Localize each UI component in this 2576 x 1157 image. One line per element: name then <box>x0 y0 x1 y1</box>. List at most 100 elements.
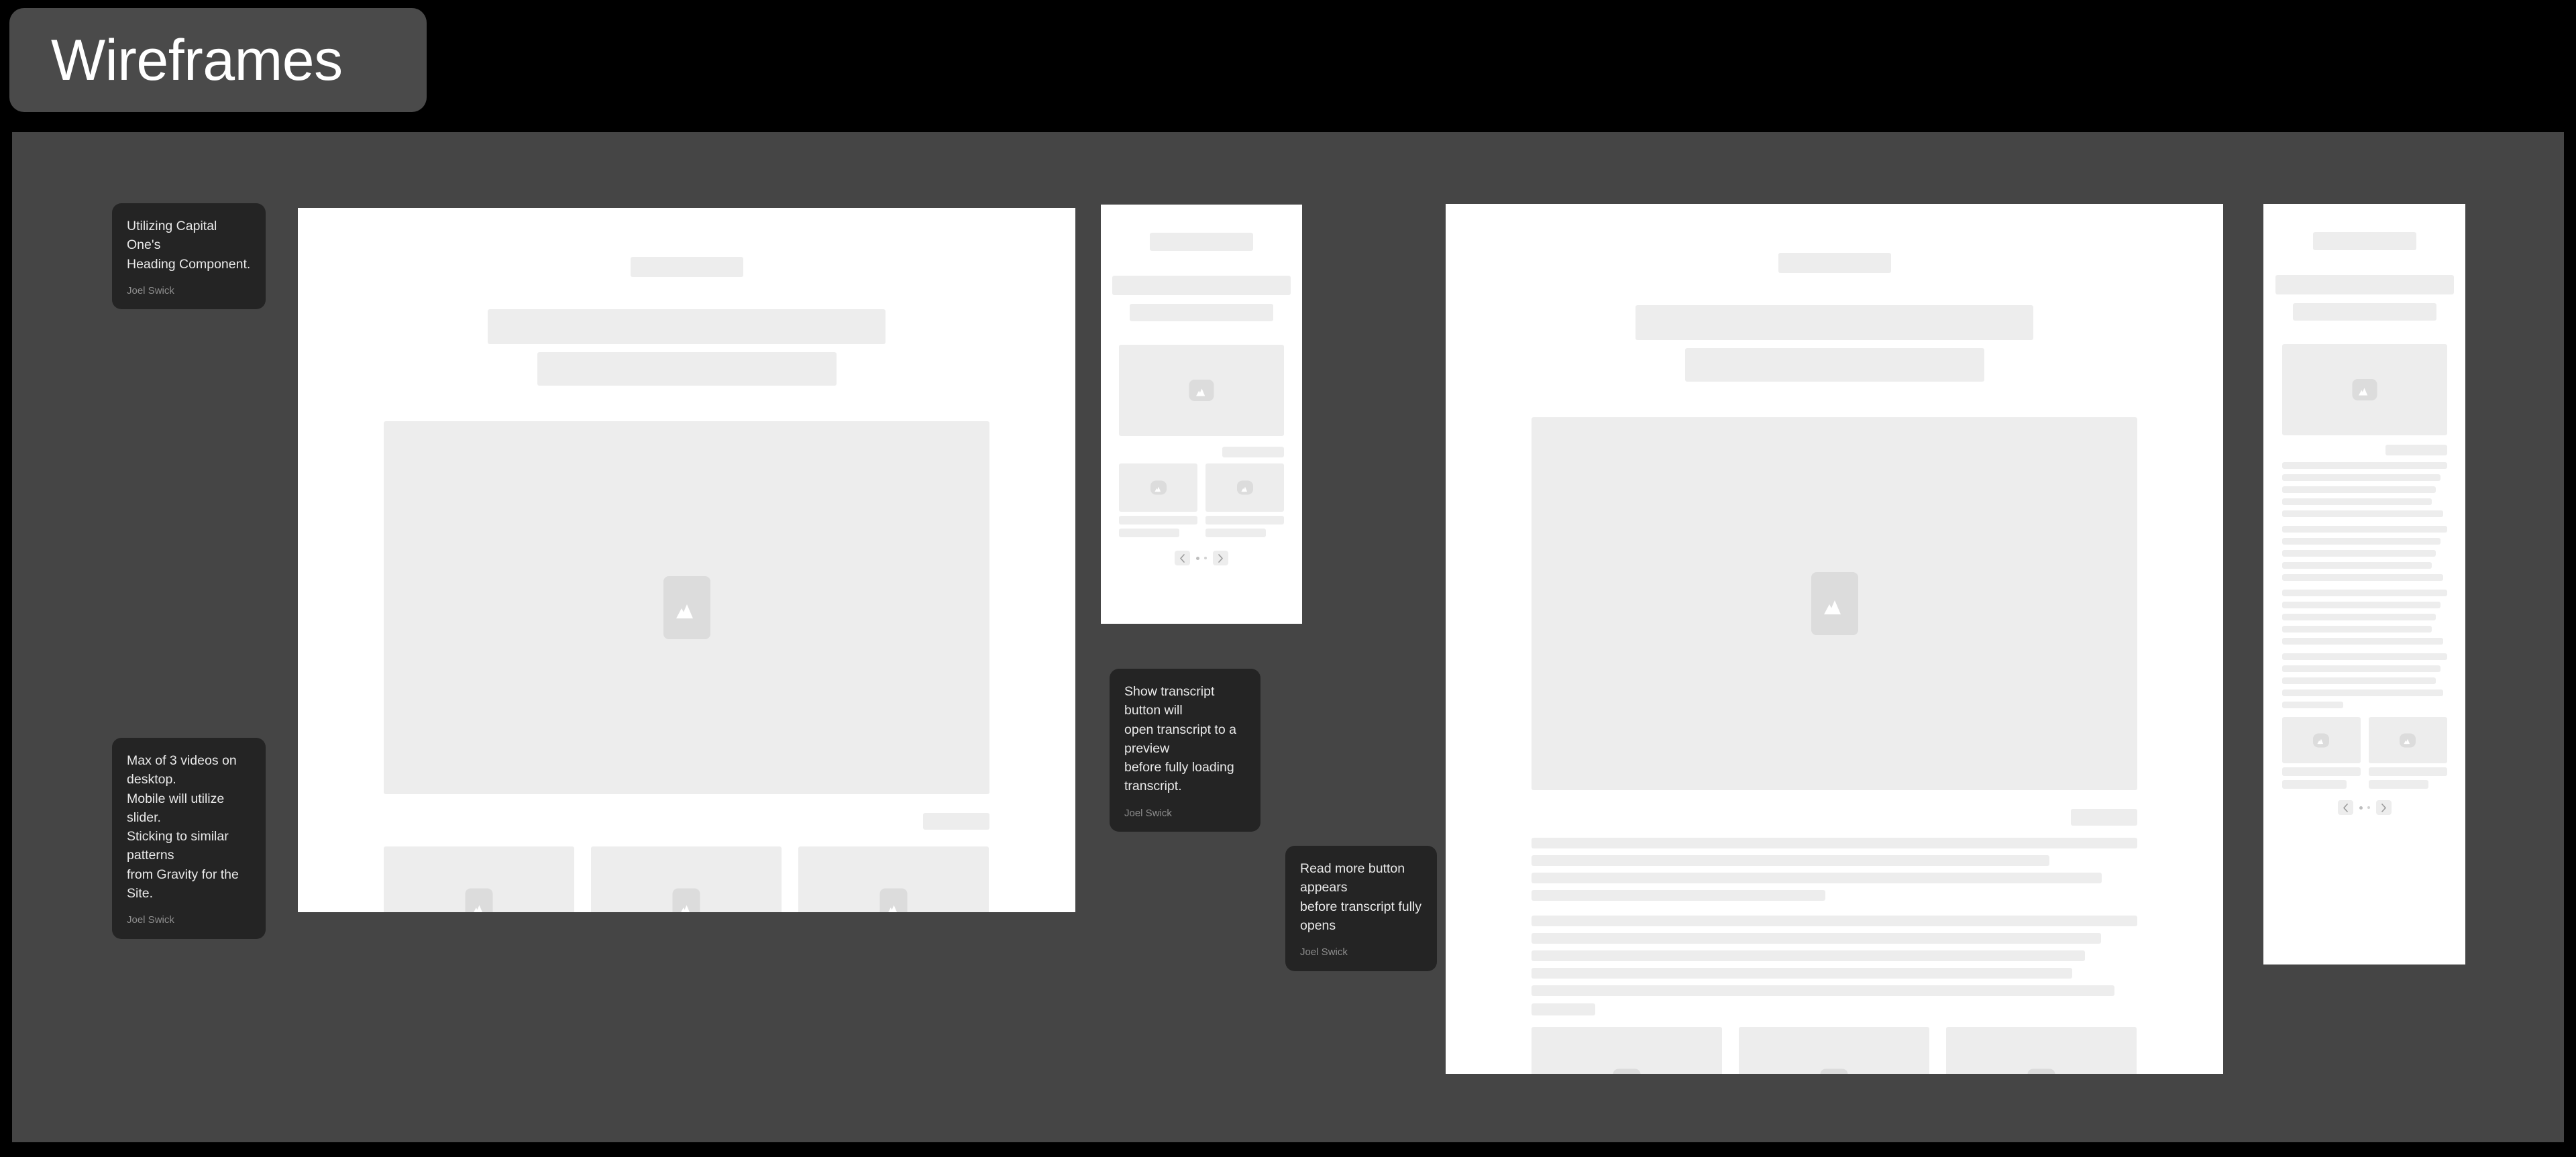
transcript-line <box>2282 486 2436 493</box>
comment-card-read-more[interactable]: Read more button appears before transcri… <box>1285 846 1437 971</box>
hero-video-placeholder[interactable] <box>1532 417 2137 790</box>
transcript-paragraph <box>2282 462 2447 517</box>
video-card[interactable] <box>1739 1027 1929 1074</box>
video-card[interactable] <box>384 846 574 912</box>
hero-video-placeholder[interactable] <box>2282 344 2447 435</box>
board-title-badge: Wireframes <box>9 8 427 112</box>
comment-text: Utilizing Capital One's Heading Componen… <box>127 219 251 272</box>
video-caption-bar <box>1205 516 1284 525</box>
hide-transcript-button[interactable] <box>2071 809 2137 826</box>
transcript-line <box>2282 590 2447 596</box>
frame-mobile-transcript[interactable] <box>2263 204 2465 965</box>
image-placeholder-icon <box>2400 733 2416 747</box>
carousel-prev-button[interactable] <box>2337 800 2353 815</box>
transcript-line <box>2282 626 2432 632</box>
frame-desktop-video-hub[interactable] <box>298 208 1075 912</box>
hero-video-placeholder[interactable] <box>1119 345 1284 436</box>
image-placeholder-icon <box>879 888 908 912</box>
carousel-prev-button[interactable] <box>1175 551 1190 565</box>
frame-desktop-transcript[interactable] <box>1446 204 2223 1074</box>
transcript-paragraph <box>2282 590 2447 645</box>
carousel-dot-1[interactable] <box>1196 556 1199 560</box>
video-thumbnail[interactable] <box>1946 1027 2137 1074</box>
video-thumbnail-row <box>384 846 989 912</box>
read-more-button[interactable] <box>2282 702 2343 708</box>
video-thumbnail[interactable] <box>1739 1027 1929 1074</box>
video-card[interactable] <box>2282 717 2361 789</box>
video-card[interactable] <box>1119 463 1197 537</box>
video-caption-bar <box>1119 516 1197 525</box>
frame-mobile-video-hub[interactable] <box>1101 205 1302 624</box>
image-placeholder-icon <box>1811 572 1858 635</box>
design-canvas[interactable]: Utilizing Capital One's Heading Componen… <box>12 132 2564 1142</box>
transcript-line <box>1532 838 2137 848</box>
chevron-right-icon <box>2381 803 2386 812</box>
carousel-next-button[interactable] <box>2375 800 2392 815</box>
comment-text: Show transcript button will open transcr… <box>1124 684 1236 794</box>
carousel-dots <box>1196 556 1207 560</box>
transcript-line <box>2282 538 2440 545</box>
eyebrow-bar <box>1150 233 1253 251</box>
image-placeholder-icon <box>1189 380 1214 401</box>
transcript-line <box>2282 510 2443 517</box>
transcript-line <box>2282 526 2447 533</box>
video-card[interactable] <box>1532 1027 1722 1074</box>
video-thumbnail[interactable] <box>1532 1027 1722 1074</box>
image-placeholder-icon <box>672 888 700 912</box>
wireframe-board: Wireframes Utilizing Capital One's Headi… <box>0 0 2576 1157</box>
video-thumbnail[interactable] <box>2282 717 2361 763</box>
eyebrow-bar <box>1778 253 1891 273</box>
comment-author: Joel Swick <box>127 914 174 926</box>
page-title: Wireframes <box>51 27 343 93</box>
video-caption-bar <box>2282 767 2361 776</box>
carousel-next-button[interactable] <box>1213 551 1228 565</box>
video-thumbnail[interactable] <box>2368 717 2447 763</box>
carousel-dot-2[interactable] <box>1204 557 1207 559</box>
transcript-line <box>2282 462 2447 469</box>
video-meta-bar <box>1119 529 1179 537</box>
subheading-bar <box>537 352 837 386</box>
video-thumbnail[interactable] <box>384 846 574 912</box>
video-card[interactable] <box>1205 463 1284 537</box>
carousel-dot-2[interactable] <box>2367 806 2370 809</box>
read-more-button[interactable] <box>1532 1003 1595 1015</box>
image-placeholder-icon <box>465 888 493 912</box>
comment-card-heading-component[interactable]: Utilizing Capital One's Heading Componen… <box>112 203 266 310</box>
transcript-line <box>2282 677 2436 684</box>
image-placeholder-icon <box>1613 1068 1641 1074</box>
video-card[interactable] <box>1946 1027 2137 1074</box>
transcript-line <box>2282 550 2436 557</box>
video-card[interactable] <box>591 846 782 912</box>
comment-author: Joel Swick <box>1300 946 1348 958</box>
video-thumbnail[interactable] <box>1119 463 1197 512</box>
comment-text: Max of 3 videos on desktop. Mobile will … <box>127 753 239 901</box>
video-meta-bar <box>2282 780 2347 789</box>
video-card[interactable] <box>798 846 989 912</box>
heading-bar <box>2275 275 2454 294</box>
chevron-right-icon <box>1218 553 1223 563</box>
video-thumbnail[interactable] <box>798 846 989 912</box>
image-placeholder-icon <box>1236 480 1253 495</box>
comment-card-show-transcript[interactable]: Show transcript button will open transcr… <box>1110 669 1260 832</box>
video-thumbnail[interactable] <box>591 846 782 912</box>
transcript-line <box>2282 665 2440 672</box>
video-card[interactable] <box>2368 717 2447 789</box>
transcript-paragraph <box>2282 653 2447 708</box>
hero-video-placeholder[interactable] <box>384 421 989 794</box>
image-placeholder-icon <box>1150 480 1167 495</box>
eyebrow-bar <box>630 257 743 277</box>
video-thumbnail[interactable] <box>1205 463 1284 512</box>
image-placeholder-icon <box>2313 733 2329 747</box>
transcript-line <box>1532 985 2114 996</box>
show-transcript-button[interactable] <box>923 813 989 830</box>
subheading-bar <box>1130 304 1273 321</box>
carousel-nav <box>1101 551 1302 565</box>
carousel-dot-1[interactable] <box>2359 806 2363 810</box>
show-transcript-button[interactable] <box>1222 447 1284 457</box>
comment-card-max-videos[interactable]: Max of 3 videos on desktop. Mobile will … <box>112 738 266 939</box>
comment-text: Read more button appears before transcri… <box>1300 861 1421 933</box>
heading-bar <box>488 309 885 344</box>
eyebrow-bar <box>2312 232 2416 250</box>
image-placeholder-icon <box>1820 1068 1848 1074</box>
hide-transcript-button[interactable] <box>2385 445 2447 455</box>
